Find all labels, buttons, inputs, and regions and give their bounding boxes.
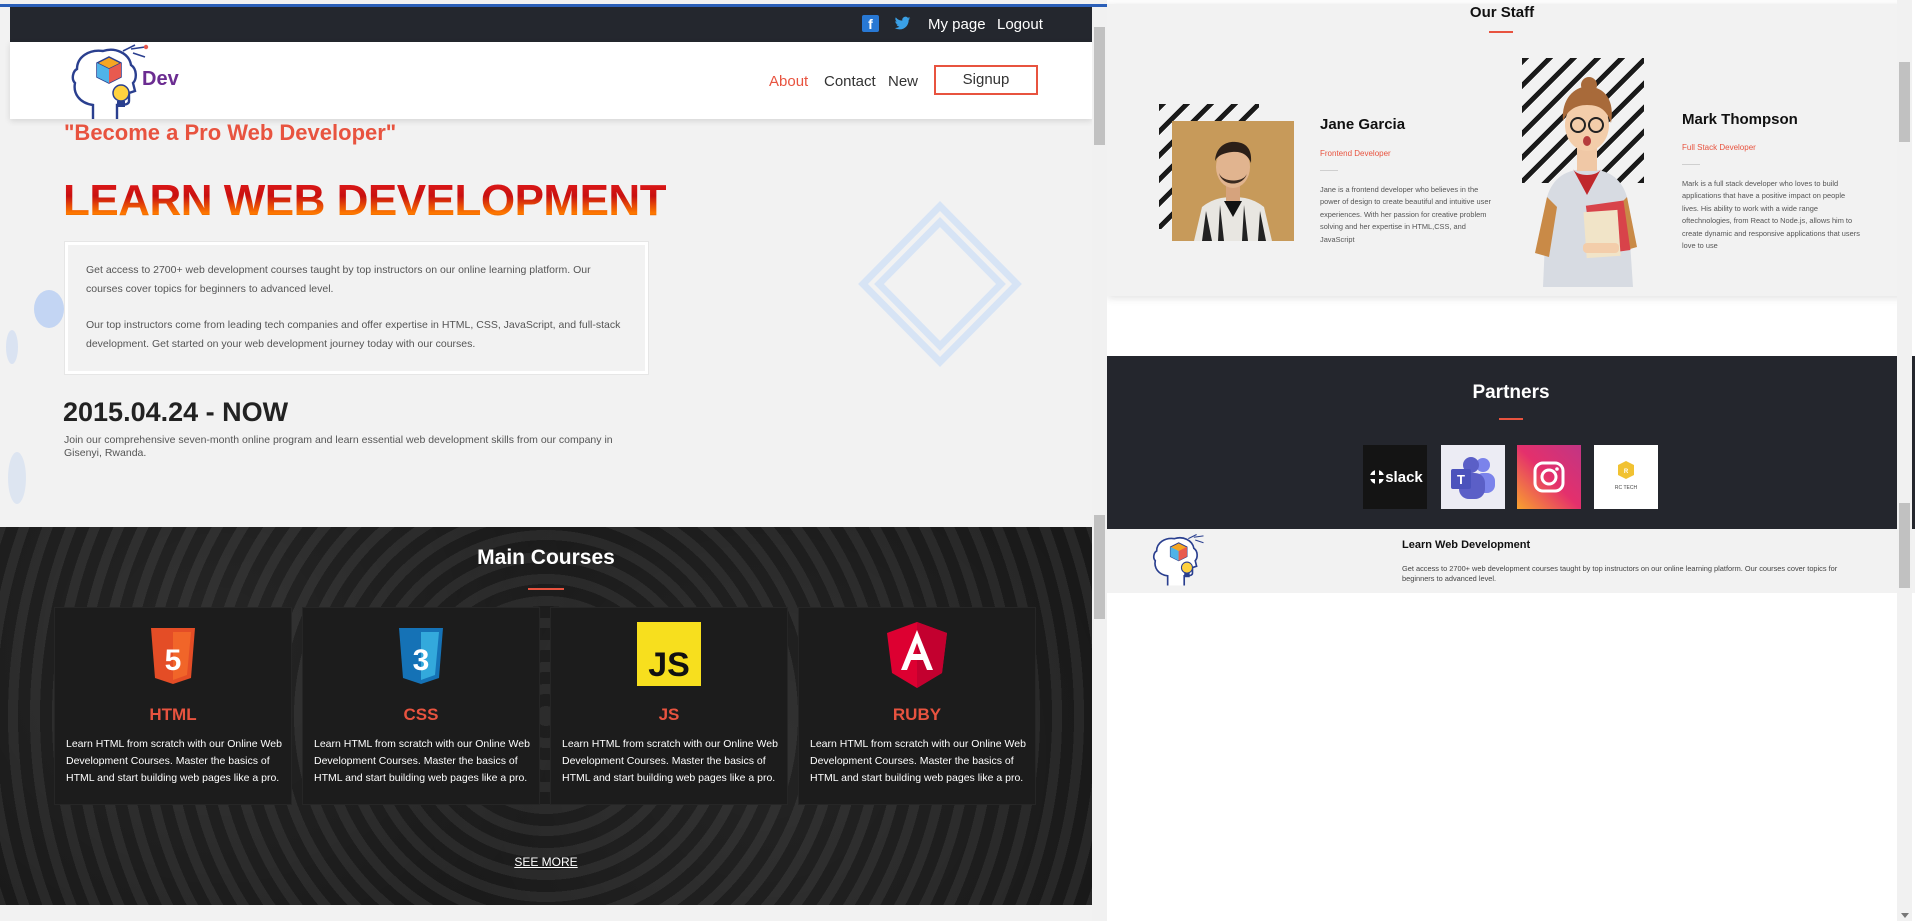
staff-divider <box>1682 164 1700 165</box>
partners-title: Partners <box>1472 382 1550 403</box>
twitter-icon[interactable] <box>894 15 911 32</box>
hero-intro-box: Get access to 2700+ web development cour… <box>65 242 648 374</box>
decor-blob <box>8 452 26 504</box>
svg-text:5: 5 <box>165 644 182 677</box>
course-card-js[interactable]: JS JS Learn HTML from scratch with our O… <box>550 607 788 805</box>
hero-title: LEARN WEB DEVELOPMENT <box>63 176 667 225</box>
javascript-icon: JS <box>637 622 701 686</box>
courses-title-underline <box>528 588 564 590</box>
staff-title: Our Staff <box>1469 4 1535 21</box>
staff-bio: Mark is a full stack developer who loves… <box>1682 179 1860 251</box>
navbar: Dev About Contact New Signup <box>10 42 1092 119</box>
nav-new[interactable]: New <box>888 73 918 90</box>
course-name: JS <box>658 705 680 724</box>
brand-name[interactable]: Dev <box>142 68 179 91</box>
decor-blob <box>34 290 64 328</box>
mark-thompson-photo[interactable] <box>1527 77 1647 287</box>
course-card-ruby[interactable]: RUBY Learn HTML from scratch with our On… <box>798 607 1036 805</box>
svg-text:R: R <box>1624 469 1629 475</box>
hero-paragraph: Get access to 2700+ web development cour… <box>86 264 591 295</box>
scrollbar-thumb[interactable] <box>1899 503 1910 588</box>
main-courses-section: Main Courses 5 HTML Learn HTML from scra… <box>0 527 1092 905</box>
course-description: Learn HTML from scratch with our Online … <box>810 738 1026 784</box>
hero-description: Join our comprehensive seven-month onlin… <box>64 434 613 459</box>
course-description: Learn HTML from scratch with our Online … <box>66 738 282 784</box>
partners-section: Partners slack T R RC TECH <box>1107 356 1915 529</box>
scrollbar-thumb[interactable] <box>1094 27 1105 145</box>
staff-divider <box>1320 170 1338 171</box>
partners-title-underline <box>1499 418 1523 420</box>
course-description: Learn HTML from scratch with our Online … <box>562 738 778 784</box>
facebook-icon[interactable]: f <box>862 15 879 32</box>
decor-blob <box>6 330 18 364</box>
course-name: CSS <box>403 705 439 724</box>
staff-bio: Jane is a frontend developer who believe… <box>1320 185 1491 244</box>
nav-about[interactable]: About <box>769 73 808 90</box>
signup-button[interactable]: Signup <box>934 65 1038 95</box>
footer-text: Get access to 2700+ web development cour… <box>1402 564 1838 583</box>
nav-contact[interactable]: Contact <box>824 73 876 90</box>
footer-title: Learn Web Development <box>1402 539 1531 551</box>
scrollbar-thumb[interactable] <box>1094 515 1105 619</box>
instagram-logo-icon[interactable] <box>1517 445 1581 509</box>
slack-logo-icon[interactable]: slack <box>1363 445 1427 509</box>
angular-icon <box>887 622 947 688</box>
microsoft-teams-logo-icon[interactable]: T <box>1441 445 1505 509</box>
right-page-view: Our Staff Jane Garcia Frontend Developer… <box>1107 0 1920 921</box>
brain-logo-icon[interactable] <box>1147 529 1209 591</box>
course-card-css[interactable]: 3 CSS Learn HTML from scratch with our O… <box>302 607 540 805</box>
staff-role: Full Stack Developer <box>1682 143 1756 152</box>
svg-text:slack: slack <box>1385 469 1423 486</box>
hero-paragraph: Our top instructors come from leading te… <box>86 319 621 350</box>
course-name: RUBY <box>892 705 942 724</box>
staff-role: Frontend Developer <box>1320 149 1391 158</box>
staff-name: Mark Thompson <box>1682 111 1798 128</box>
my-page-link[interactable]: My page <box>928 16 986 33</box>
logout-link[interactable]: Logout <box>997 16 1043 33</box>
top-bar: f My page Logout <box>10 7 1092 42</box>
course-description: Learn HTML from scratch with our Online … <box>314 738 530 784</box>
see-more-link[interactable]: SEE MORE <box>0 855 1092 869</box>
scrollbar-thumb[interactable] <box>1899 62 1910 142</box>
course-card-html[interactable]: 5 HTML Learn HTML from scratch with our … <box>54 607 292 805</box>
diamond-decor-icon <box>858 201 1022 367</box>
hero-quote: "Become a Pro Web Developer" <box>64 120 397 145</box>
courses-title: Main Courses <box>477 546 615 569</box>
staff-name: Jane Garcia <box>1320 116 1406 133</box>
hero-date: 2015.04.24 - NOW <box>63 397 289 427</box>
svg-text:T: T <box>1457 472 1465 487</box>
svg-text:RC TECH: RC TECH <box>1615 485 1638 491</box>
brain-logo-icon[interactable] <box>63 43 153 121</box>
right-scrollbar[interactable] <box>1897 0 1912 921</box>
css3-icon: 3 <box>399 628 443 684</box>
footer-strip: Learn Web Development Get access to 2700… <box>1107 529 1915 593</box>
rc-tech-logo-icon[interactable]: R RC TECH <box>1594 445 1658 509</box>
left-page-view: f My page Logout Dev About Contact New S… <box>0 0 1107 921</box>
course-name: HTML <box>149 705 197 724</box>
jane-garcia-photo[interactable] <box>1172 121 1294 241</box>
left-scrollbar[interactable] <box>1092 7 1107 921</box>
html5-icon: 5 <box>151 628 195 684</box>
svg-text:JS: JS <box>648 646 690 684</box>
svg-text:3: 3 <box>413 644 430 677</box>
our-staff-section: Our Staff Jane Garcia Frontend Developer… <box>1107 4 1905 296</box>
scroll-down-arrow-icon[interactable] <box>1901 913 1909 918</box>
staff-title-underline <box>1489 31 1513 33</box>
